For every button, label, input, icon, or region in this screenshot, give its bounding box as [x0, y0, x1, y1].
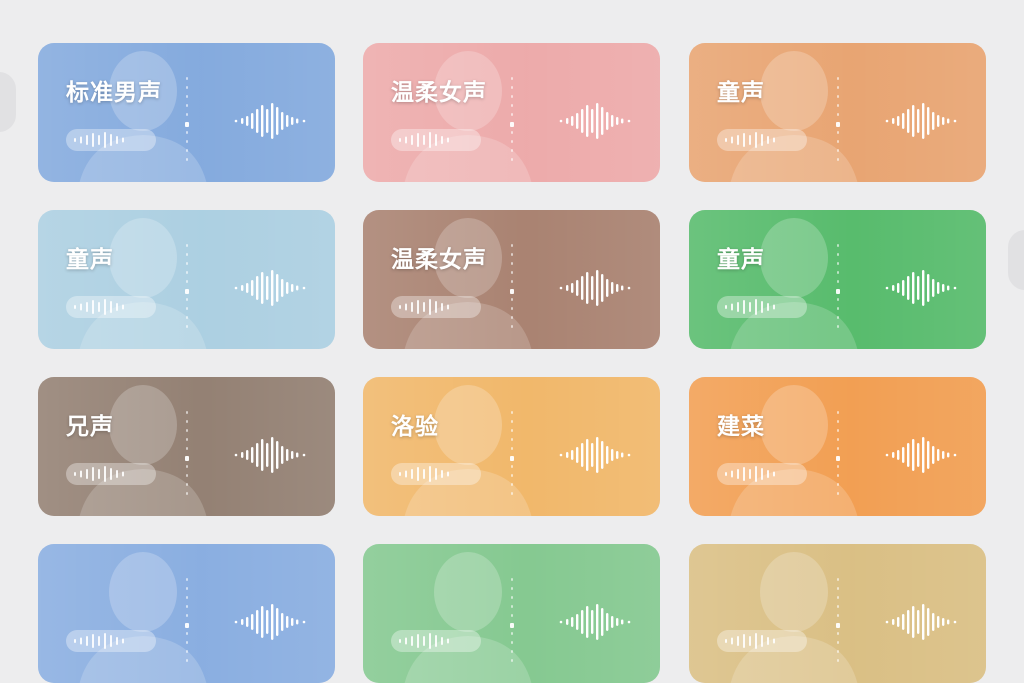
volume-icon: [725, 132, 775, 148]
volume-icon: [74, 132, 124, 148]
level-ticks: [836, 578, 840, 662]
voice-card[interactable]: [689, 544, 986, 683]
scroll-right-button[interactable]: [1008, 230, 1024, 290]
volume-icon: [399, 132, 449, 148]
voice-card[interactable]: 温柔女声: [363, 210, 660, 349]
volume-icon: [399, 633, 449, 649]
sound-wave-icon: [885, 604, 957, 640]
voice-card[interactable]: 童声: [38, 210, 335, 349]
level-ticks: [510, 77, 514, 161]
voice-title: 童声: [717, 247, 765, 273]
scroll-left-button[interactable]: [0, 72, 16, 132]
level-ticks: [836, 77, 840, 161]
level-ticks: [510, 578, 514, 662]
voice-card[interactable]: [38, 544, 335, 683]
voice-card[interactable]: 洛验: [363, 377, 660, 516]
volume-icon: [399, 299, 449, 315]
voice-grid: 标准男声 温柔女声 童声 童声 温柔女声 童声 兄声 洛验 建菜: [38, 43, 988, 683]
voice-card[interactable]: [363, 544, 660, 683]
voice-title: 温柔女声: [391, 247, 487, 273]
voice-title: 温柔女声: [391, 80, 487, 106]
sound-wave-icon: [234, 437, 306, 473]
voice-title: 童声: [66, 247, 114, 273]
volume-icon: [74, 299, 124, 315]
voice-title: 建菜: [717, 414, 765, 440]
sound-wave-icon: [559, 103, 631, 139]
volume-icon: [399, 466, 449, 482]
sound-wave-icon: [885, 103, 957, 139]
voice-title: 童声: [717, 80, 765, 106]
volume-icon: [725, 466, 775, 482]
sound-wave-icon: [234, 103, 306, 139]
voice-card[interactable]: 建菜: [689, 377, 986, 516]
volume-icon: [725, 633, 775, 649]
volume-icon: [74, 633, 124, 649]
level-ticks: [510, 411, 514, 495]
voice-card[interactable]: 温柔女声: [363, 43, 660, 182]
sound-wave-icon: [234, 604, 306, 640]
sound-wave-icon: [559, 604, 631, 640]
level-ticks: [510, 244, 514, 328]
voice-card[interactable]: 兄声: [38, 377, 335, 516]
voice-card[interactable]: 童声: [689, 43, 986, 182]
level-ticks: [185, 77, 189, 161]
voice-card[interactable]: 童声: [689, 210, 986, 349]
voice-title: 兄声: [66, 414, 114, 440]
sound-wave-icon: [885, 270, 957, 306]
voice-title: 标准男声: [66, 80, 162, 106]
level-ticks: [836, 411, 840, 495]
voice-card[interactable]: 标准男声: [38, 43, 335, 182]
volume-icon: [725, 299, 775, 315]
sound-wave-icon: [559, 270, 631, 306]
level-ticks: [185, 244, 189, 328]
level-ticks: [185, 411, 189, 495]
level-ticks: [185, 578, 189, 662]
voice-title: 洛验: [391, 414, 439, 440]
volume-icon: [74, 466, 124, 482]
sound-wave-icon: [559, 437, 631, 473]
sound-wave-icon: [234, 270, 306, 306]
sound-wave-icon: [885, 437, 957, 473]
level-ticks: [836, 244, 840, 328]
